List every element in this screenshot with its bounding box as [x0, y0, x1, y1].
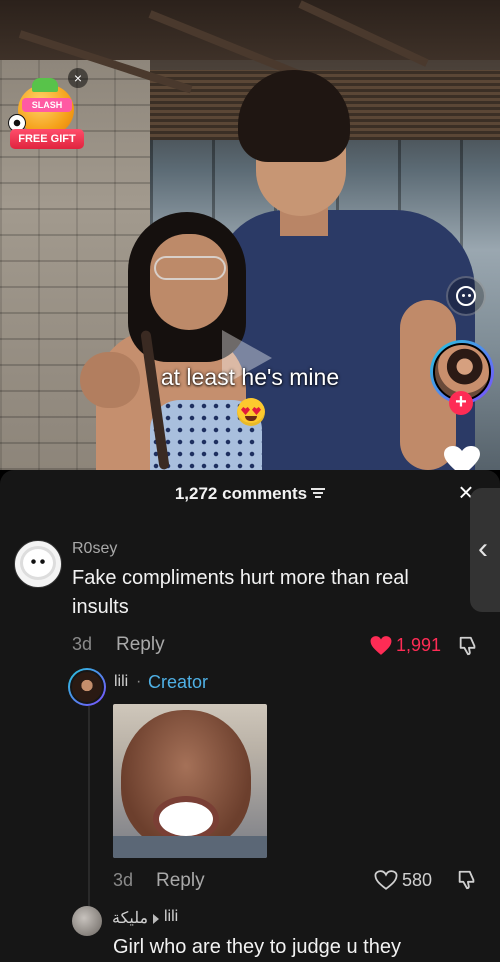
reply-text: Girl who are they to judge u they — [113, 936, 401, 958]
gift-bow-icon — [32, 78, 58, 92]
comment-text-line-2: insults — [72, 596, 129, 618]
dislike-icon[interactable] — [456, 869, 478, 891]
gift-label: FREE GIFT — [10, 129, 84, 149]
sheep-avatar-icon — [23, 549, 53, 577]
follow-plus-icon[interactable]: + — [449, 391, 473, 415]
comments-header: 1,272 comments × — [0, 470, 500, 518]
like-heart-icon[interactable] — [442, 446, 482, 470]
reply-button[interactable]: Reply — [116, 634, 165, 656]
video-player[interactable]: at least he's mine SLASH FREE GIFT × + — [0, 0, 500, 470]
reply-image[interactable] — [113, 704, 267, 858]
reply-username[interactable]: lili — [114, 673, 128, 691]
comment-age: 3d — [72, 634, 93, 654]
video-caption: at least he's mine — [160, 364, 340, 390]
free-gift-badge[interactable]: SLASH FREE GIFT — [8, 78, 84, 152]
comment-text-line-1: Fake compliments hurt more than real — [72, 567, 409, 589]
comments-count-label: 1,272 comments — [174, 484, 308, 503]
avatar[interactable] — [14, 540, 62, 588]
avatar[interactable] — [68, 668, 106, 706]
camera-icon[interactable] — [446, 276, 486, 316]
person-girl-face — [150, 234, 228, 330]
thread-line — [88, 706, 90, 912]
avatar[interactable] — [72, 906, 102, 936]
heart-icon[interactable] — [374, 870, 398, 890]
reply-arrow-icon — [153, 914, 159, 924]
reply-button[interactable]: Reply — [156, 870, 205, 892]
like-count: 580 — [402, 870, 433, 890]
filter-icon[interactable] — [311, 488, 326, 498]
reply-age: 3d — [113, 870, 134, 890]
side-panel-tab[interactable]: ‹ — [470, 488, 500, 612]
gift-top-label: SLASH — [22, 98, 72, 112]
separator-dot: · — [136, 673, 142, 690]
reply-to-username[interactable]: lili — [164, 908, 178, 926]
comment-username[interactable]: R0sey — [72, 540, 117, 558]
heart-eyes-emoji-icon — [237, 398, 265, 426]
person-girl-glasses — [154, 256, 226, 280]
comments-count[interactable]: 1,272 comments — [0, 484, 500, 504]
comments-panel: 1,272 comments × R0sey Fake compliments … — [0, 470, 500, 962]
creator-tag: Creator — [148, 672, 209, 692]
gift-close-icon[interactable]: × — [68, 68, 88, 88]
chevron-left-icon: ‹ — [478, 532, 488, 565]
dislike-icon[interactable] — [457, 635, 479, 657]
reply-username[interactable]: مليكة — [112, 908, 148, 928]
heart-icon[interactable] — [370, 636, 392, 655]
like-count: 1,991 — [396, 635, 442, 655]
